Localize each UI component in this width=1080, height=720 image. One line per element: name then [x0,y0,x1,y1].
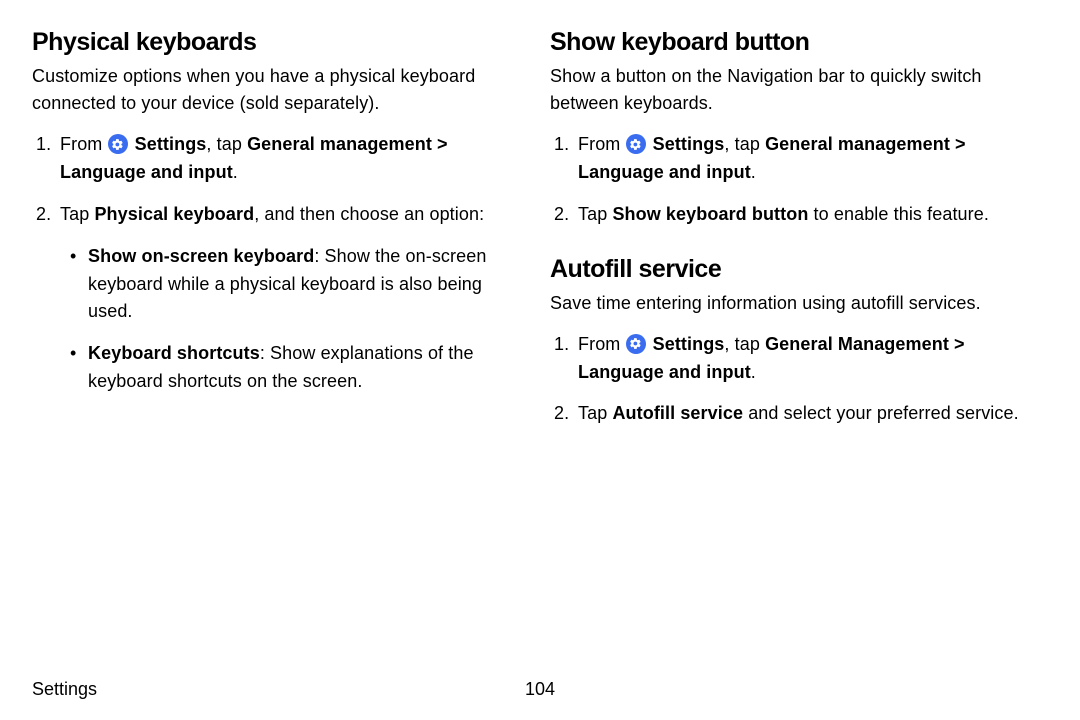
heading-show-keyboard-button: Show keyboard button [550,28,1048,57]
intro-show-keyboard-button: Show a button on the Navigation bar to q… [550,63,1048,117]
options-list: Show on-screen keyboard: Show the on-scr… [60,243,530,396]
settings-gear-icon [108,134,128,154]
steps-autofill-service: From Settings, tap General Management > … [550,331,1048,429]
settings-gear-icon [626,334,646,354]
intro-autofill-service: Save time entering information using aut… [550,290,1048,317]
step-1: From Settings, tap General management > … [32,131,530,187]
page-footer: Settings 104 [32,671,1048,700]
page-number: 104 [525,679,555,700]
footer-section-label: Settings [32,679,97,700]
right-column: Show keyboard button Show a button on th… [550,28,1048,671]
left-column: Physical keyboards Customize options whe… [32,28,530,671]
list-item: Keyboard shortcuts: Show explanations of… [68,340,530,396]
step-2: Tap Show keyboard button to enable this … [550,201,1048,229]
heading-autofill-service: Autofill service [550,255,1048,284]
heading-physical-keyboards: Physical keyboards [32,28,530,57]
step-1: From Settings, tap General Management > … [550,331,1048,387]
step-2: Tap Physical keyboard, and then choose a… [32,201,530,396]
intro-physical-keyboards: Customize options when you have a physic… [32,63,530,117]
steps-show-keyboard-button: From Settings, tap General management > … [550,131,1048,229]
step-2: Tap Autofill service and select your pre… [550,400,1048,428]
step-1: From Settings, tap General management > … [550,131,1048,187]
settings-gear-icon [626,134,646,154]
list-item: Show on-screen keyboard: Show the on-scr… [68,243,530,327]
steps-physical-keyboards: From Settings, tap General management > … [32,131,530,396]
